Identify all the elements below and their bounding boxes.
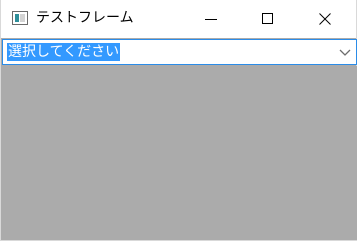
app-window-icon [12, 11, 28, 25]
maximize-button[interactable] [244, 0, 290, 38]
selection-combobox[interactable]: 選択してください [2, 39, 357, 65]
minimize-button[interactable] [188, 0, 234, 38]
maximize-icon [262, 13, 273, 24]
title-bar[interactable]: テストフレーム [1, 0, 356, 38]
client-area [2, 66, 357, 240]
minimize-icon [205, 19, 217, 20]
app-window: テストフレーム 選択してください [0, 0, 357, 241]
chevron-down-icon[interactable] [339, 46, 351, 58]
close-button[interactable] [302, 0, 348, 38]
window-title: テストフレーム [36, 10, 134, 26]
icon-pane-left [15, 14, 19, 22]
close-icon [319, 13, 331, 25]
combobox-selected-text: 選択してください [7, 43, 121, 61]
icon-pane-right [20, 14, 25, 22]
